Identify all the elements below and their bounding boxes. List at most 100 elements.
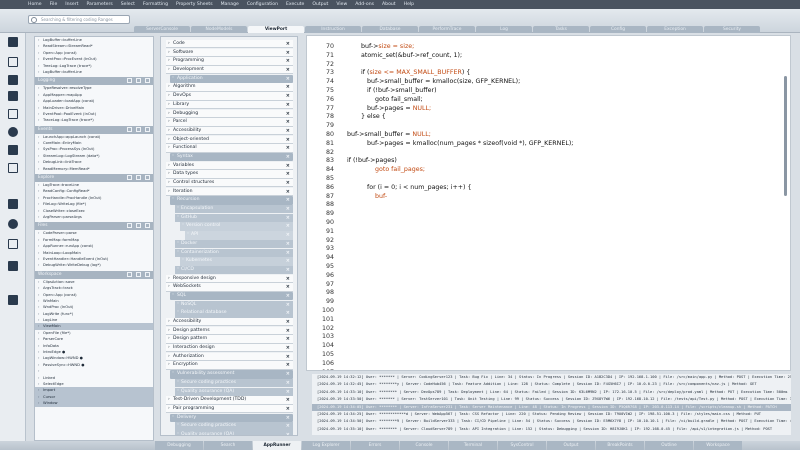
close-icon[interactable]: × (286, 118, 290, 126)
close-icon[interactable]: × (286, 214, 290, 222)
code-line[interactable]: 94 (307, 253, 790, 262)
bottom-tab-10[interactable]: Outline (645, 441, 693, 450)
chevron-right-icon[interactable]: › (168, 40, 170, 48)
bottom-tab-9[interactable]: BreakPoints (596, 441, 644, 450)
code-line[interactable]: 75 if (!buf->small_buffer) (307, 86, 790, 95)
close-icon[interactable]: × (286, 422, 290, 430)
code-editor[interactable]: 70 buf->size = size; 71 atomic_set(&buf->re… (306, 35, 791, 371)
code-line[interactable]: 81 buf->pages = kmalloc(num_pages * sizeo… (307, 139, 790, 148)
close-icon[interactable]: × (286, 396, 290, 404)
new-file-icon[interactable] (127, 78, 132, 84)
chevron-right-icon[interactable]: › (168, 118, 170, 126)
category-row[interactable]: › Code × (166, 40, 293, 49)
search-input[interactable]: Searching & filtering coding Ranges (28, 15, 130, 24)
chevron-down-icon[interactable]: ˅ (182, 222, 184, 230)
chevron-right-icon[interactable]: › (38, 262, 39, 268)
tab-6[interactable]: Log (476, 26, 532, 33)
collapse-icon[interactable] (145, 271, 150, 277)
category-row[interactable]: › DevOps × (166, 92, 293, 101)
editor-scrollbar[interactable] (784, 76, 787, 196)
close-icon[interactable]: × (286, 179, 290, 187)
code-line[interactable]: 92 (307, 236, 790, 245)
menu-item-6[interactable]: Property Sheets (176, 2, 213, 7)
category-row[interactable]: › Pair programming × (166, 404, 293, 414)
category-row[interactable]: › Algorithm × (166, 83, 293, 92)
chevron-down-icon[interactable]: ˅ (177, 379, 179, 387)
category-row[interactable]: ˅ Version control × (180, 222, 293, 231)
chevron-right-icon[interactable]: › (168, 83, 170, 91)
code-line[interactable]: 73 if (size <= MAX_SMALL_BUFFER) { (307, 68, 790, 77)
log-row[interactable]: [2024-09-19 14:34:25] User: ************… (312, 411, 791, 418)
code-line[interactable]: 72 (307, 60, 790, 69)
chevron-right-icon[interactable]: › (168, 405, 170, 413)
bottom-tab-0[interactable]: Debugging (155, 441, 203, 450)
tab-8[interactable]: Config (590, 26, 646, 33)
code-line[interactable]: 100 (307, 306, 790, 315)
chevron-down-icon[interactable]: ˅ (177, 266, 179, 274)
block-icon[interactable] (8, 75, 18, 85)
chevron-right-icon[interactable]: › (38, 69, 39, 75)
category-row[interactable]: › Accessibility × (166, 318, 293, 327)
category-row[interactable]: ˅ API × (185, 231, 293, 240)
log-row[interactable]: [2024-09-19 14:32:45] User: ********y | … (312, 381, 791, 388)
code-line[interactable]: 76 goto fail_small; (307, 95, 790, 104)
chevron-down-icon[interactable]: ˅ (177, 309, 179, 317)
chevron-right-icon[interactable]: › (168, 344, 170, 352)
close-icon[interactable]: × (286, 414, 290, 422)
close-icon[interactable]: × (286, 249, 290, 257)
bottom-tab-4[interactable]: Errors (351, 441, 399, 450)
menu-item-2[interactable]: Insert (65, 2, 78, 7)
close-icon[interactable]: × (286, 162, 290, 170)
chevron-down-icon[interactable]: ˅ (172, 75, 174, 83)
code-line[interactable]: 98 (307, 288, 790, 297)
new-file-icon[interactable] (127, 175, 132, 181)
collapse-icon[interactable] (145, 126, 150, 132)
close-icon[interactable]: × (286, 136, 290, 144)
category-row[interactable]: › Control structures × (166, 179, 293, 188)
log-row[interactable]: [2024-09-19 14:34:05] User: ******** | S… (312, 403, 791, 411)
log-row[interactable]: [2024-09-19 14:35:10] User: ******** | S… (312, 426, 791, 433)
gear-icon[interactable] (8, 163, 18, 173)
code-line[interactable]: 88 (307, 200, 790, 209)
close-icon[interactable]: × (286, 370, 290, 378)
chevron-right-icon[interactable]: › (168, 66, 170, 74)
bottom-tab-1[interactable]: Search (204, 441, 252, 450)
bottom-tab-6[interactable]: Terminal (449, 441, 497, 450)
code-line[interactable]: 84 goto fail_pages; (307, 165, 790, 174)
code-line[interactable]: 95 (307, 262, 790, 271)
chevron-down-icon[interactable]: ˅ (177, 214, 179, 222)
code-line[interactable]: 87 buf- (307, 192, 790, 201)
menu-item-10[interactable]: Output (312, 2, 328, 7)
close-icon[interactable]: × (286, 309, 290, 317)
close-icon[interactable]: × (286, 283, 290, 291)
tab-4[interactable]: Database (362, 26, 418, 33)
tab-1[interactable]: NodeModels (191, 26, 247, 33)
close-icon[interactable]: × (286, 361, 290, 369)
close-icon[interactable]: × (286, 266, 290, 274)
menu-item-3[interactable]: Parameters (86, 2, 112, 7)
close-icon[interactable]: × (286, 127, 290, 135)
category-row[interactable]: › WebSockets × (166, 283, 293, 292)
close-icon[interactable]: × (286, 49, 290, 57)
chevron-right-icon[interactable]: › (168, 162, 170, 170)
category-row[interactable]: ˅ Secure coding practices × (175, 378, 293, 388)
log-row[interactable]: [2024-09-19 14:32:12] User: ******* | Se… (312, 374, 791, 381)
new-file-icon[interactable] (127, 271, 132, 277)
chevron-right-icon[interactable]: › (168, 92, 170, 100)
chevron-down-icon[interactable]: ˅ (177, 431, 179, 435)
chevron-down-icon[interactable]: ˅ (172, 414, 174, 422)
menu-item-11[interactable]: View (336, 2, 347, 7)
chevron-right-icon[interactable]: › (168, 110, 170, 118)
menu-item-12[interactable]: Add-ons (355, 2, 374, 7)
menu-item-14[interactable]: Help (404, 2, 414, 7)
close-icon[interactable]: × (286, 205, 290, 213)
chevron-down-icon[interactable]: ˅ (177, 388, 179, 396)
chevron-right-icon[interactable]: › (38, 117, 39, 123)
category-row[interactable]: › Encryption × (166, 361, 293, 370)
category-row[interactable]: ˅ Vulnerability assessment × (170, 370, 293, 379)
chevron-down-icon[interactable]: ˅ (172, 153, 174, 161)
bottom-tab-11[interactable]: Workspace (694, 441, 742, 450)
code-line[interactable]: 70 buf->size = size; (307, 42, 790, 51)
menu-item-4[interactable]: Select (121, 2, 135, 7)
chevron-right-icon[interactable]: › (168, 283, 170, 291)
